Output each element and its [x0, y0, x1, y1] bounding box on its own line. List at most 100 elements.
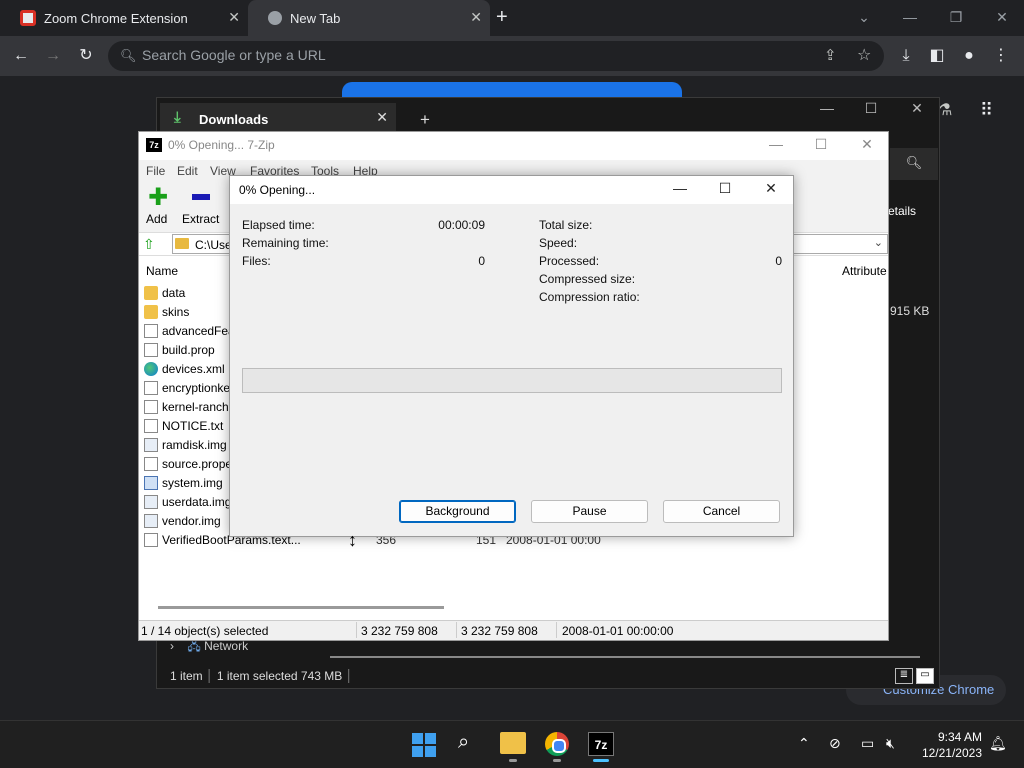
list-item[interactable]: userdata.img [144, 492, 231, 511]
sound-muted-icon[interactable]: 🔇︎ [886, 735, 895, 752]
file-icon [144, 399, 158, 414]
running-indicator [509, 759, 517, 762]
sevenzip-taskbar-icon[interactable]: 7z [588, 732, 614, 756]
list-item[interactable]: advancedFea [144, 321, 235, 340]
menu-icon[interactable]: ⋮ [990, 45, 1012, 67]
tiles-view-icon[interactable]: ▭ [916, 668, 934, 684]
menu-edit[interactable]: Edit [177, 164, 198, 178]
status-divider [556, 622, 557, 638]
list-scrollbar[interactable] [158, 606, 444, 609]
bookmark-star-icon[interactable]: ☆ [857, 45, 871, 65]
list-item[interactable]: vendor.img [144, 511, 221, 530]
clock-date[interactable]: 12/21/2023 [918, 746, 982, 760]
apps-grid-icon[interactable]: ⠿ [980, 100, 993, 121]
edge-icon [144, 361, 158, 376]
background-button[interactable]: Background [399, 500, 516, 523]
extract-minus-icon[interactable] [192, 194, 210, 200]
status-modified: 2008-01-01 00:00:00 [562, 624, 674, 638]
reload-icon[interactable]: ↻ [75, 45, 97, 67]
list-item[interactable]: skins [144, 302, 189, 321]
dialog-close-button[interactable]: ✕ [760, 180, 782, 198]
details-view-icon[interactable]: ≣ [895, 668, 913, 684]
side-panel-icon[interactable]: ◧ [926, 45, 948, 67]
network-label: Network [204, 639, 249, 653]
tab-title: New Tab [290, 10, 341, 26]
sevenzip-title: 0% Opening... 7-Zip [168, 138, 275, 152]
column-header-attributes[interactable]: Attribute [842, 264, 887, 278]
list-item[interactable]: encryptionke [144, 378, 230, 397]
file-explorer-icon[interactable] [500, 732, 526, 754]
elapsed-time-value: 00:00:09 [438, 218, 485, 232]
minimize-button[interactable]: — [886, 4, 934, 30]
share-icon[interactable]: ⇪ [824, 46, 837, 64]
show-hidden-icons-chevron-icon[interactable]: ⌃ [798, 735, 810, 752]
start-windows-icon[interactable] [412, 733, 436, 757]
tab-new-tab[interactable]: New Tab ✕ [248, 0, 490, 36]
chevron-down-icon[interactable]: ⌄ [874, 236, 883, 249]
network-status-icon[interactable]: ⊘ [829, 735, 841, 752]
close-tab-icon[interactable]: ✕ [228, 9, 240, 26]
up-folder-icon[interactable]: ⇧ [143, 236, 155, 253]
back-icon[interactable]: ← [10, 45, 32, 67]
close-window-button[interactable]: ✕ [978, 4, 1024, 30]
new-tab-button[interactable]: + [496, 6, 508, 29]
omnibox[interactable]: 🔍︎ Search Google or type a URL ⇪ ☆ [108, 41, 884, 71]
sevenzip-maximize-button[interactable]: ☐ [809, 136, 833, 154]
display-icon[interactable]: ▭ [861, 735, 874, 752]
list-item[interactable]: kernel-ranch [144, 397, 229, 416]
cancel-button[interactable]: Cancel [663, 500, 780, 523]
explorer-close-button[interactable]: ✕ [894, 100, 940, 122]
download-icon[interactable]: ⤓ [895, 45, 917, 67]
add-plus-icon[interactable]: ✚ [148, 186, 168, 210]
extract-button[interactable]: Extract [182, 212, 219, 226]
new-explorer-tab-button[interactable]: + [420, 110, 430, 130]
explorer-maximize-button[interactable]: ☐ [848, 100, 894, 122]
explorer-status-bar: 1 item │ 1 item selected 743 MB │ [170, 669, 354, 683]
sevenzip-close-button[interactable]: ✕ [855, 136, 879, 154]
image-file-icon [144, 437, 158, 452]
chrome-icon[interactable] [545, 732, 569, 756]
notification-bell-icon[interactable]: 🔔︎ [989, 735, 1007, 752]
status-size: 3 232 759 808 [361, 624, 438, 638]
list-item[interactable]: system.img [144, 473, 223, 492]
explorer-minimize-button[interactable]: — [804, 100, 850, 122]
zoom-favicon-icon [20, 10, 36, 26]
list-item[interactable]: data [144, 283, 185, 302]
menu-file[interactable]: File [146, 164, 165, 178]
list-item[interactable]: devices.xml [144, 359, 225, 378]
taskbar-search-icon[interactable]: ⌕ [458, 731, 469, 754]
list-item[interactable]: ramdisk.img [144, 435, 227, 454]
clock-time[interactable]: 9:34 AM [936, 730, 982, 744]
details-label[interactable]: etails [888, 204, 916, 218]
dialog-minimize-button[interactable]: — [669, 180, 691, 198]
list-item[interactable]: NOTICE.txt [144, 416, 223, 435]
profile-icon[interactable]: ● [958, 45, 980, 67]
dialog-maximize-button[interactable]: ☐ [714, 180, 736, 198]
resize-cursor-icon: ↕ [348, 530, 357, 550]
network-icon: 🖧︎ [187, 639, 205, 653]
column-header-name[interactable]: Name [146, 264, 178, 278]
pause-button[interactable]: Pause [531, 500, 648, 523]
status-selection: 1 / 14 object(s) selected [141, 624, 269, 638]
status-divider [456, 622, 457, 638]
close-tab-icon[interactable]: ✕ [376, 109, 388, 126]
tab-search-icon[interactable]: ⌄ [840, 4, 888, 30]
status-packed: 3 232 759 808 [461, 624, 538, 638]
omnibox-placeholder: Search Google or type a URL [142, 47, 326, 63]
close-tab-icon[interactable]: ✕ [470, 9, 482, 26]
explorer-scrollbar[interactable] [330, 656, 920, 658]
explorer-search-icon[interactable]: 🔍︎ [890, 148, 938, 180]
list-item[interactable]: build.prop [144, 340, 215, 359]
dialog-title: 0% Opening... [239, 183, 316, 197]
file-icon [144, 532, 158, 547]
file-name: kernel-ranch [162, 399, 229, 414]
labs-icon[interactable]: ⚗ [938, 100, 952, 120]
add-button[interactable]: Add [146, 212, 167, 226]
forward-icon[interactable]: → [42, 45, 64, 67]
sevenzip-minimize-button[interactable]: — [764, 136, 788, 154]
restore-button[interactable]: ❐ [932, 4, 980, 30]
list-item[interactable]: source.prope [144, 454, 232, 473]
file-name: NOTICE.txt [162, 418, 224, 433]
tab-zoom-extension[interactable]: Zoom Chrome Extension ✕ [0, 0, 248, 36]
tab-title: Zoom Chrome Extension [44, 10, 188, 26]
